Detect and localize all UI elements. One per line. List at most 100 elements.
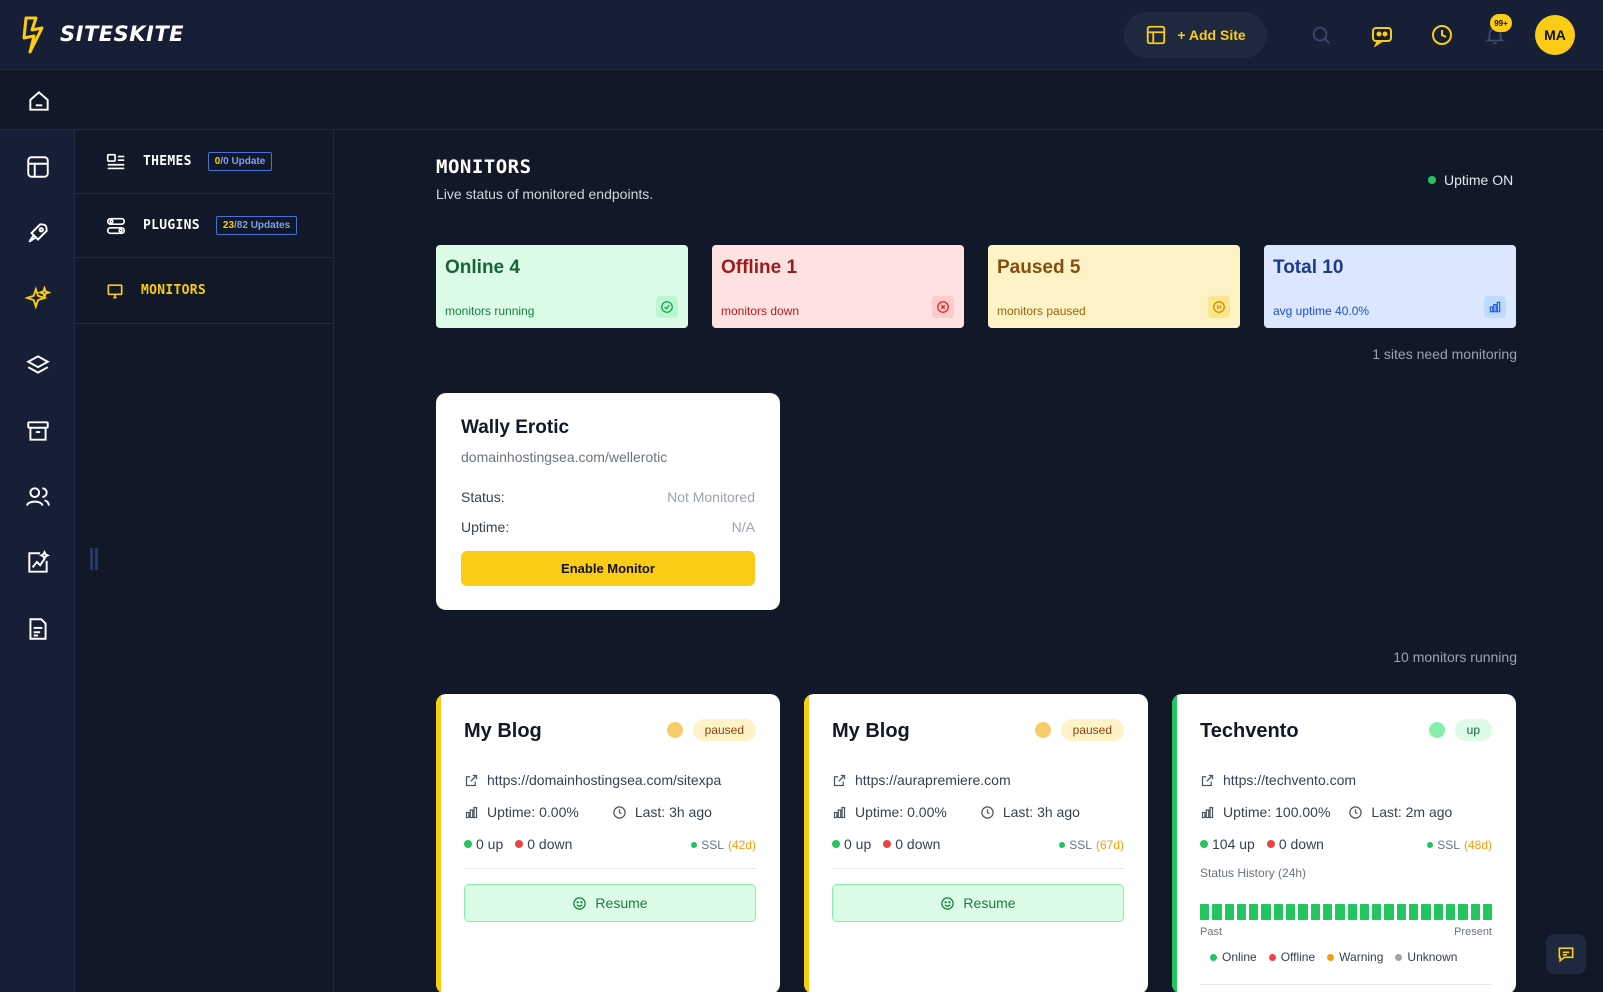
chart-image-icon[interactable] [25,550,51,576]
past-label: Past [1200,926,1223,938]
sidebar-item-themes[interactable]: THEMES 0/0 Update [75,130,334,194]
stat-value: 1 [786,257,798,278]
resume-label: Resume [595,895,648,911]
chat-icon [1558,947,1574,963]
bar-chart-icon [832,805,847,820]
monitor-card: My Blog paused https://domainhostingsea.… [436,694,780,992]
monitor-url: https://techvento.com [1223,772,1357,788]
rocket-icon[interactable] [25,220,51,246]
up-down-row: 0 up 0 down [832,836,940,852]
uptime-row: Uptime: 0.00% Last: 3h ago [832,804,1080,820]
page-title: MONITORS [436,156,532,178]
history-icon[interactable] [1429,22,1455,48]
add-site-button[interactable]: + Add Site [1124,12,1267,58]
history-bar [1396,904,1407,920]
search-icon[interactable] [1308,22,1334,48]
history-bar [1458,904,1468,920]
uptime-row: Uptime: N/A [461,519,755,535]
monitor-url-row[interactable]: https://domainhostingsea.com/sitexpa [464,772,721,788]
history-axis: Past Present [1200,926,1492,938]
resume-button[interactable]: Resume [464,884,756,922]
status-dot [1428,176,1436,184]
history-bar [1224,904,1234,920]
archive-icon[interactable] [25,418,51,444]
ssl-label: SSL [701,838,724,852]
status-dot [1428,722,1445,738]
ssl-dot [1427,842,1434,848]
uptime-label: Uptime: [461,519,510,535]
avatar[interactable]: MA [1535,15,1575,55]
history-bar [1384,904,1394,920]
unmonitored-site-card: Wally Erotic domainhostingsea.com/weller… [436,393,780,610]
status-history-bars [1200,904,1493,920]
last-check: Last: 3h ago [634,804,712,820]
last-check: Last: 2m ago [1371,804,1453,820]
stat-value: 4 [509,257,520,278]
status-badge: paused [1034,719,1124,741]
resize-handle[interactable] [90,548,98,570]
bar-chart-icon [1484,296,1506,318]
ssl-label: SSL [1069,838,1092,852]
down-dot [1266,840,1275,848]
status-value: Not Monitored [667,489,755,505]
sidebar-item-label: MONITORS [141,283,207,298]
history-bar [1200,904,1210,920]
external-link-icon [832,773,847,788]
add-site-label: + Add Site [1177,27,1246,43]
sidebar-item-monitors[interactable]: MONITORS [75,258,334,324]
stat-label: Offline [721,257,782,278]
history-bar [1212,904,1222,920]
ssl-days: (67d) [1095,838,1124,852]
monitor-name: My Blog [464,720,542,742]
logo[interactable]: SITESKITE [22,14,184,54]
ssl-indicator: SSL (67d) [1059,838,1124,852]
stat-card-offline: Offline 1 monitors down [712,245,964,328]
monitor-url-row[interactable]: https://techvento.com [1200,772,1356,788]
ssl-dot [691,842,698,848]
history-bar [1372,904,1382,920]
legend-unknown: Unknown [1395,950,1457,964]
stat-sub: monitors paused [997,304,1086,318]
report-icon[interactable] [25,616,51,642]
up-count: 0 up [844,836,872,852]
clock-icon [980,805,995,820]
robot-chat-icon[interactable] [1369,22,1395,48]
stat-sub: avg uptime 40.0% [1273,304,1370,318]
status-badge: paused [666,719,756,741]
resume-button[interactable]: Resume [832,884,1124,922]
home-bar [0,70,1603,130]
site-url: domainhostingsea.com/wellerotic [461,449,668,465]
clock-icon [612,805,627,820]
uptime-status: Uptime ON [1428,172,1513,188]
external-link-icon [1200,773,1215,788]
ssl-indicator: SSL (48d) [1427,838,1492,852]
monitor-name: My Blog [832,720,910,742]
home-icon[interactable] [26,88,52,119]
up-down-row: 104 up 0 down [1200,836,1324,852]
sparkles-icon[interactable] [25,286,51,312]
status-pill: paused [1060,719,1124,741]
chat-button[interactable] [1546,934,1586,974]
card-accent [436,694,441,992]
layout-icon[interactable] [25,154,51,180]
layers-icon[interactable] [25,352,51,378]
brand-name: SITESKITE [60,22,184,46]
history-bar [1335,904,1345,920]
history-bar [1261,904,1271,920]
stat-value: 5 [1069,257,1081,278]
active-monitors-count: 10 monitors running [1393,649,1517,665]
status-dot [1034,722,1051,738]
legend-online: Online [1210,950,1257,964]
sidebar-item-plugins[interactable]: PLUGINS 23/82 Updates [75,194,334,258]
card-accent [1172,694,1177,992]
monitor-url: https://aurapremiere.com [855,772,1011,788]
history-bar [1470,904,1480,920]
status-pill: paused [692,719,756,741]
external-link-icon [464,773,479,788]
pause-circle-icon [1208,296,1230,318]
users-icon[interactable] [25,484,51,510]
status-pill: up [1454,719,1492,741]
stat-sub: monitors down [721,304,800,318]
monitor-url-row[interactable]: https://aurapremiere.com [832,772,1011,788]
enable-monitor-button[interactable]: Enable Monitor [461,551,755,586]
